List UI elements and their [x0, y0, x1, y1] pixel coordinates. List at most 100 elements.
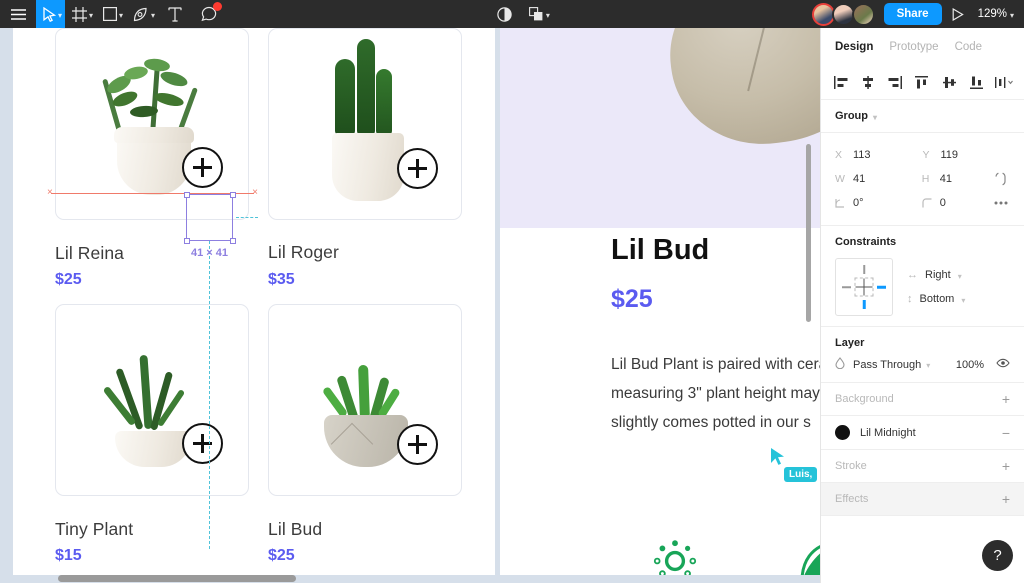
frame-vertical-scrollbar[interactable] [806, 144, 811, 322]
canvas-horizontal-scrollbar[interactable] [58, 575, 296, 582]
constraints-widget[interactable] [835, 258, 893, 316]
stroke-title: Stroke [835, 460, 867, 472]
rotation-field[interactable]: 0° [835, 191, 922, 215]
hamburger-menu-icon[interactable] [0, 0, 36, 28]
effects-header-row: Effects + [835, 492, 1010, 506]
selection-bounding-box[interactable]: 41 × 41 [183, 191, 236, 259]
align-right-icon[interactable] [886, 74, 905, 91]
layer-row: Pass Through ▾ 100% [835, 357, 1010, 372]
y-position-field[interactable]: Y 119 [923, 143, 1011, 167]
comment-tool[interactable] [192, 0, 226, 28]
fill-color-swatch[interactable] [835, 425, 850, 440]
share-button[interactable]: Share [883, 3, 942, 25]
resize-handle-top-left[interactable] [183, 191, 190, 198]
product-price: $15 [55, 547, 82, 564]
product-photo [269, 305, 461, 495]
plus-icon[interactable]: + [1002, 492, 1010, 506]
effects-section: Effects + [821, 483, 1024, 516]
fill-row: Lil Midnight − [835, 425, 1010, 440]
design-canvas[interactable]: Lil Reina $25 Lil Roger $35 Tiny Plant $… [0, 28, 820, 583]
resize-handle-bottom-left[interactable] [183, 237, 190, 244]
eye-icon[interactable] [996, 358, 1010, 371]
height-field[interactable]: H 41 [922, 167, 991, 191]
tab-design[interactable]: Design [835, 41, 873, 53]
resize-handle-bottom-right[interactable] [229, 237, 236, 244]
chevron-down-icon: ▾ [926, 361, 931, 370]
add-to-cart-plus-button[interactable] [397, 424, 438, 465]
product-grid-frame: Lil Reina $25 Lil Roger $35 Tiny Plant $… [13, 28, 495, 575]
product-card[interactable] [268, 28, 462, 220]
hero-pot-photo [658, 28, 820, 157]
product-card[interactable] [55, 28, 249, 220]
mask-tool[interactable] [488, 0, 522, 28]
zoom-level-control[interactable]: 129% ▾ [974, 8, 1024, 20]
pen-tool[interactable]: ▾ [126, 0, 158, 28]
constraint-arm-bottom[interactable] [862, 300, 866, 309]
detail-product-title: Lil Bud [611, 234, 710, 266]
size-row: W 41 H 41 [835, 167, 1010, 191]
corner-radius-field[interactable]: 0 [922, 191, 991, 215]
constraint-arm-right[interactable] [877, 285, 886, 289]
layer-section: Layer Pass Through ▾ 100% [821, 327, 1024, 383]
constraint-arm-left[interactable] [842, 286, 851, 288]
plus-icon[interactable]: + [1002, 459, 1010, 473]
notification-badge [213, 2, 223, 11]
horizontal-constraint-dropdown[interactable]: ↔ Right ▾ [907, 263, 965, 287]
width-field[interactable]: W 41 [835, 167, 922, 191]
object-type-section: Group ▾ [821, 100, 1024, 133]
panel-tabs: Design Prototype Code [821, 28, 1024, 66]
object-type-row[interactable]: Group ▾ [835, 110, 1010, 122]
chevron-down-icon: ▾ [151, 10, 156, 20]
alignment-toolbar [821, 66, 1024, 100]
add-to-cart-plus-button[interactable] [182, 423, 223, 464]
stroke-header-row: Stroke + [835, 459, 1010, 473]
product-card[interactable] [268, 304, 462, 496]
plus-icon[interactable]: + [1002, 392, 1010, 406]
resize-handle-top-right[interactable] [229, 191, 236, 198]
layer-opacity-value[interactable]: 100% [956, 359, 984, 371]
avatar[interactable] [851, 2, 875, 26]
h-label: H [921, 173, 930, 185]
boolean-tool[interactable]: ▾ [522, 0, 553, 28]
add-to-cart-plus-button[interactable] [182, 147, 223, 188]
transform-section: X 113 Y 119 W 41 H 41 0° 0 [821, 133, 1024, 226]
distribute-icon[interactable] [995, 74, 1014, 91]
align-horizontal-center-icon[interactable] [858, 74, 877, 91]
align-top-icon[interactable] [913, 74, 932, 91]
tab-code[interactable]: Code [955, 41, 983, 53]
product-card[interactable] [55, 304, 249, 496]
text-tool[interactable] [158, 0, 192, 28]
chevron-down-icon: ▾ [545, 10, 550, 20]
blend-mode-value[interactable]: Pass Through [853, 359, 921, 371]
help-fab-button[interactable]: ? [982, 540, 1013, 571]
more-options-icon[interactable] [991, 195, 1010, 212]
w-label: W [835, 173, 845, 185]
chevron-down-icon: ▾ [873, 112, 878, 122]
align-vertical-center-icon[interactable] [940, 74, 959, 91]
constraint-arm-top[interactable] [863, 265, 865, 274]
x-position-field[interactable]: X 113 [835, 143, 923, 167]
product-name: Lil Reina [55, 243, 124, 263]
corner-radius-icon [922, 198, 933, 208]
frame-tool[interactable]: ▾ [65, 0, 96, 28]
blend-mode-icon [835, 357, 845, 372]
align-left-icon[interactable] [831, 74, 850, 91]
minus-icon[interactable]: − [1002, 426, 1010, 440]
align-bottom-icon[interactable] [968, 74, 987, 91]
position-row: X 113 Y 119 [835, 143, 1010, 167]
add-to-cart-plus-button[interactable] [397, 148, 438, 189]
link-ratio-icon[interactable] [991, 171, 1010, 188]
background-section: Background + [821, 383, 1024, 416]
x-label: X [835, 149, 843, 161]
object-type-label: Group [835, 110, 868, 122]
rotation-row: 0° 0 [835, 191, 1010, 215]
present-play-icon[interactable] [942, 7, 974, 21]
vertical-constraint-dropdown[interactable]: ↕ Bottom ▾ [907, 287, 965, 311]
fill-style-name[interactable]: Lil Midnight [860, 427, 916, 439]
shape-tool[interactable]: ▾ [96, 0, 126, 28]
product-price: $25 [268, 547, 295, 564]
y-label: Y [922, 149, 930, 161]
move-tool[interactable]: ▾ [36, 0, 66, 28]
tab-prototype[interactable]: Prototype [889, 41, 938, 53]
collaborator-avatars [811, 2, 875, 26]
